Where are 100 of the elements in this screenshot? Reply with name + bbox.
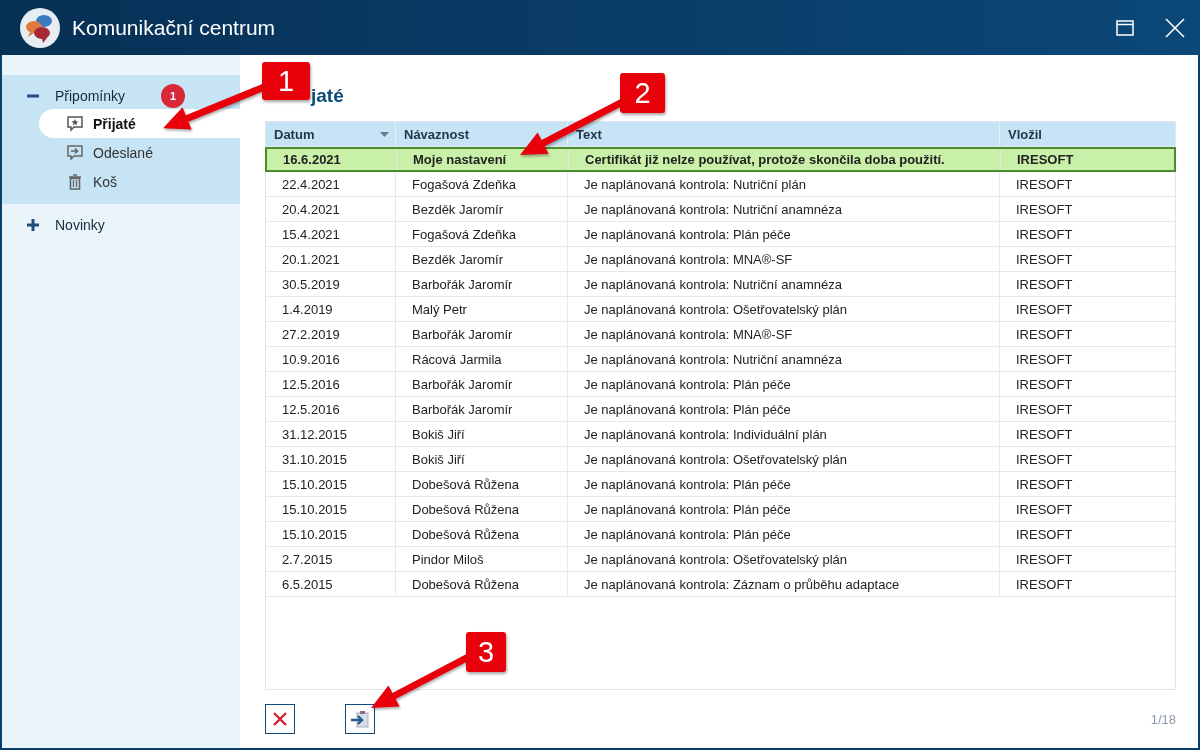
window-title: Komunikační centrum — [72, 15, 277, 40]
table-cell: Je naplánovaná kontrola: Plán péče — [568, 372, 1000, 396]
table-cell: Je naplánovaná kontrola: Ošetřovatelský plán — [568, 547, 1000, 571]
table-cell-text: IRESOFT — [1015, 400, 1074, 419]
item-label: Koš — [93, 173, 118, 190]
table-cell: Bokiš Jiří — [396, 447, 568, 471]
table-cell-text: IRESOFT — [1015, 275, 1074, 294]
tree-item[interactable]: Přijaté — [39, 109, 240, 138]
count-badge: 1 — [161, 84, 186, 108]
table-cell: Bezděk Jaromír — [396, 197, 568, 221]
table-row[interactable]: 20.4.2021 Bezděk Jaromír Je naplánovaná kontrola: Nutriční anamnéza IRESOFT — [266, 197, 1175, 222]
delete-button[interactable] — [265, 704, 295, 734]
chat-bubbles-logo — [20, 7, 60, 48]
table-cell: 31.12.2015 — [266, 422, 396, 446]
table-cell: 6.5.2015 — [266, 572, 396, 596]
table-cell: Je naplánovaná kontrola: Plán péče — [568, 497, 1000, 521]
table-cell: Barbořák Jaromír — [396, 397, 568, 421]
table-cell: 15.10.2015 — [266, 472, 396, 496]
table-cell: Je naplánovaná kontrola: MNA®-SF — [568, 322, 1000, 346]
table-cell: Je naplánovaná kontrola: Ošetřovatelský plán — [568, 447, 1000, 471]
table-row[interactable]: 2.7.2015 Pindor Miloš Je naplánovaná kontrola: Ošetřovatelský plán IRESOFT — [266, 547, 1175, 572]
table-row[interactable]: 22.4.2021 Fogašová Zdeňka Je naplánovaná kontrola: Nutriční plán IRESOFT — [266, 172, 1175, 197]
table-cell: Je naplánovaná kontrola: Plán péče — [568, 397, 1000, 421]
table-cell: Bokiš Jiří — [396, 422, 568, 446]
table-cell: 15.4.2021 — [266, 222, 396, 246]
table-cell: Je naplánovaná kontrola: Nutriční plán — [568, 172, 1000, 196]
table-row[interactable]: 30.5.2019 Barbořák Jaromír Je naplánovaná kontrola: Nutriční anamnéza IRESOFT — [266, 272, 1175, 297]
table-row[interactable]: 15.10.2015 Dobešová Růžena Je naplánovaná kontrola: Plán péče IRESOFT — [266, 472, 1175, 497]
table-cell: Je naplánovaná kontrola: Individuální plán — [568, 422, 1000, 446]
table-cell: 20.4.2021 — [266, 197, 396, 221]
table-row[interactable]: 27.2.2019 Barbořák Jaromír Je naplánovaná kontrola: MNA®-SF IRESOFT — [266, 322, 1175, 347]
table-cell: 2.7.2015 — [266, 547, 396, 571]
table-cell-text: IRESOFT — [1015, 375, 1074, 394]
clipboard-arrow-icon — [350, 709, 370, 729]
table-cell-text: IRESOFT — [1015, 175, 1074, 194]
table-cell: Malý Petr — [396, 297, 568, 321]
table-row[interactable]: 6.5.2015 Dobešová Růžena Je naplánovaná kontrola: Záznam o průběhu adaptace IRESOFT — [266, 572, 1175, 597]
table-cell: Je naplánovaná kontrola: Ošetřovatelský plán — [568, 297, 1000, 321]
table-cell: Dobešová Růžena — [396, 472, 568, 496]
table-row[interactable]: 10.9.2016 Rácová Jarmila Je naplánovaná kontrola: Nutriční anamnéza IRESOFT — [266, 347, 1175, 372]
table-row[interactable]: 31.12.2015 Bokiš Jiří Je naplánovaná kontrola: Individuální plán IRESOFT — [266, 422, 1175, 447]
table-cell: 22.4.2021 — [266, 172, 396, 196]
table-cell-text: IRESOFT — [1015, 250, 1074, 269]
table-row[interactable]: 12.5.2016 Barbořák Jaromír Je naplánovaná kontrola: Plán péče IRESOFT — [266, 372, 1175, 397]
table-row[interactable]: 15.10.2015 Dobešová Růžena Je naplánovaná kontrola: Plán péče IRESOFT — [266, 522, 1175, 547]
table-cell: Je naplánovaná kontrola: MNA®-SF — [568, 247, 1000, 271]
callout-number: 1 — [262, 62, 310, 100]
tree-group[interactable]: Připomínky — [2, 83, 126, 109]
table-cell: 15.10.2015 — [266, 497, 396, 521]
table-cell: Barbořák Jaromír — [396, 272, 568, 296]
callout-number: 2 — [620, 73, 665, 113]
cross-icon — [272, 711, 288, 727]
table-cell: Je naplánovaná kontrola: Plán péče — [568, 472, 1000, 496]
callout-number: 3 — [466, 632, 506, 672]
page-heading: jaté — [311, 85, 344, 106]
item-label: Odeslané — [93, 144, 153, 161]
trash-icon — [67, 173, 83, 190]
table-cell: Certifikát již nelze používat, protože skončila doba použití. — [569, 149, 1001, 170]
table-cell: Bezděk Jaromír — [396, 247, 568, 271]
table-cell-text: IRESOFT — [1015, 550, 1074, 569]
table-row[interactable]: 15.4.2021 Fogašová Zdeňka Je naplánovaná kontrola: Plán péče IRESOFT — [266, 222, 1175, 247]
table-row[interactable]: 20.1.2021 Bezděk Jaromír Je naplánovaná kontrola: MNA®-SF IRESOFT — [266, 247, 1175, 272]
table-cell: 15.10.2015 — [266, 522, 396, 546]
table-cell: 30.5.2019 — [266, 272, 396, 296]
table-row[interactable]: 16.6.2021 Moje nastavení Certifikát již nelze používat, protože skončila doba použití. IRESOFT — [265, 147, 1176, 172]
table-row[interactable]: 1.4.2019 Malý Petr Je naplánovaná kontrola: Ošetřovatelský plán IRESOFT — [266, 297, 1175, 322]
table-cell-text: IRESOFT — [1016, 151, 1075, 169]
table-cell: 10.9.2016 — [266, 347, 396, 371]
table-cell: 16.6.2021 — [267, 149, 397, 170]
table-cell: Je naplánovaná kontrola: Nutriční anamnéza — [568, 272, 1000, 296]
table-cell: Dobešová Růžena — [396, 522, 568, 546]
tree-group[interactable]: Novinky — [2, 212, 105, 238]
table-cell-text: IRESOFT — [1015, 475, 1074, 494]
page-counter: 1/18 — [1150, 711, 1176, 727]
table-cell: Fogašová Zdeňka — [396, 172, 568, 196]
tree-item[interactable]: Odeslané — [39, 138, 240, 167]
table-cell-text: IRESOFT — [1015, 300, 1074, 319]
table-cell-text: IRESOFT — [1015, 425, 1074, 444]
table-cell: Barbořák Jaromír — [396, 322, 568, 346]
table-cell: Barbořák Jaromír — [396, 372, 568, 396]
table-cell-text: IRESOFT — [1015, 450, 1074, 469]
item-label: Přijaté — [93, 115, 136, 132]
table-cell: 1.4.2019 — [266, 297, 396, 321]
table-row[interactable]: 31.10.2015 Bokiš Jiří Je naplánovaná kontrola: Ošetřovatelský plán IRESOFT — [266, 447, 1175, 472]
maximize-icon — [1116, 19, 1134, 36]
table-cell: Je naplánovaná kontrola: Plán péče — [568, 222, 1000, 246]
table-cell: 12.5.2016 — [266, 372, 396, 396]
table-row[interactable]: 15.10.2015 Dobešová Růžena Je naplánovaná kontrola: Plán péče IRESOFT — [266, 497, 1175, 522]
table-cell: Fogašová Zdeňka — [396, 222, 568, 246]
export-button[interactable] — [345, 704, 375, 734]
tree-item[interactable]: Koš — [39, 167, 240, 196]
table-cell-text: IRESOFT — [1015, 525, 1074, 544]
table-cell: 20.1.2021 — [266, 247, 396, 271]
table-cell: Pindor Miloš — [396, 547, 568, 571]
table-cell-text: IRESOFT — [1015, 575, 1074, 594]
column-header[interactable]: Vložil — [1000, 122, 1175, 146]
table-cell: 27.2.2019 — [266, 322, 396, 346]
table-cell-text: IRESOFT — [1015, 325, 1074, 344]
table-row[interactable]: 12.5.2016 Barbořák Jaromír Je naplánovaná kontrola: Plán péče IRESOFT — [266, 397, 1175, 422]
column-header[interactable]: Datum — [266, 122, 396, 146]
